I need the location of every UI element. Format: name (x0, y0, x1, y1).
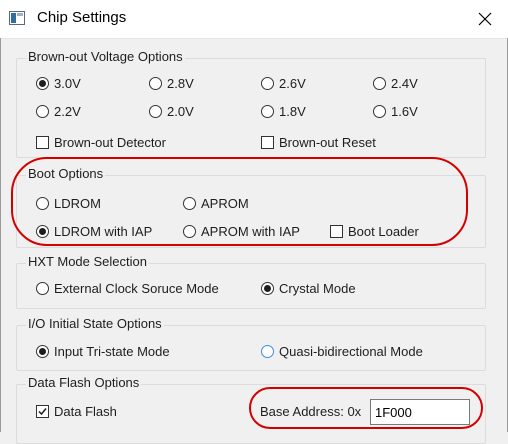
brownout-detector-option[interactable]: Brown-out Detector (36, 135, 166, 150)
brownout-reset-label: Brown-out Reset (279, 135, 376, 150)
boot-legend: Boot Options (26, 166, 106, 181)
app-icon (9, 11, 25, 25)
voltage-2-4-option[interactable]: 2.4V (373, 76, 418, 91)
close-icon (478, 12, 492, 26)
io-legend: I/O Initial State Options (26, 316, 164, 331)
hxt-external-label: External Clock Soruce Mode (54, 281, 219, 296)
voltage-3-0-label: 3.0V (54, 76, 81, 91)
dataflash-enable-label: Data Flash (54, 404, 117, 419)
hxt-external-radio[interactable] (36, 282, 49, 295)
voltage-2-0-label: 2.0V (167, 104, 194, 119)
voltage-1-6-radio[interactable] (373, 105, 386, 118)
voltage-2-4-label: 2.4V (391, 76, 418, 91)
dataflash-enable-option[interactable]: Data Flash (36, 404, 117, 419)
boot-aprom-option[interactable]: APROM (183, 196, 249, 211)
brownout-reset-checkbox[interactable] (261, 136, 274, 149)
dataflash-enable-checkbox[interactable] (36, 405, 49, 418)
io-quasi-option[interactable]: Quasi-bidirectional Mode (261, 344, 423, 359)
voltage-1-8-radio[interactable] (261, 105, 274, 118)
boot-aprom-iap-radio[interactable] (183, 225, 196, 238)
boot-aprom-radio[interactable] (183, 197, 196, 210)
boot-ldrom-option[interactable]: LDROM (36, 196, 101, 211)
voltage-2-6-radio[interactable] (261, 77, 274, 90)
brownout-legend: Brown-out Voltage Options (26, 49, 185, 64)
voltage-2-2-radio[interactable] (36, 105, 49, 118)
boot-loader-label: Boot Loader (348, 224, 419, 239)
voltage-2-2-label: 2.2V (54, 104, 81, 119)
boot-ldrom-iap-option[interactable]: LDROM with IAP (36, 224, 152, 239)
voltage-2-6-label: 2.6V (279, 76, 306, 91)
io-tristate-label: Input Tri-state Mode (54, 344, 170, 359)
boot-loader-checkbox[interactable] (330, 225, 343, 238)
boot-ldrom-label: LDROM (54, 196, 101, 211)
hxt-crystal-label: Crystal Mode (279, 281, 356, 296)
voltage-2-8-label: 2.8V (167, 76, 194, 91)
boot-ldrom-radio[interactable] (36, 197, 49, 210)
window-title: Chip Settings (37, 9, 127, 26)
io-quasi-radio[interactable] (261, 345, 274, 358)
boot-aprom-iap-option[interactable]: APROM with IAP (183, 224, 300, 239)
voltage-1-6-label: 1.6V (391, 104, 418, 119)
voltage-2-8-option[interactable]: 2.8V (149, 76, 194, 91)
base-address-label: Base Address: 0x (260, 404, 362, 419)
voltage-2-2-option[interactable]: 2.2V (36, 104, 81, 119)
boot-aprom-label: APROM (201, 196, 249, 211)
hxt-crystal-option[interactable]: Crystal Mode (261, 281, 356, 296)
voltage-3-0-radio[interactable] (36, 77, 49, 90)
voltage-1-6-option[interactable]: 1.6V (373, 104, 418, 119)
io-tristate-option[interactable]: Input Tri-state Mode (36, 344, 170, 359)
title-bar: Chip Settings (0, 0, 508, 39)
base-address-input[interactable] (370, 399, 470, 425)
close-button[interactable] (462, 0, 508, 38)
hxt-external-option[interactable]: External Clock Soruce Mode (36, 281, 219, 296)
window-border-left (0, 38, 1, 432)
voltage-3-0-option[interactable]: 3.0V (36, 76, 81, 91)
hxt-legend: HXT Mode Selection (26, 254, 149, 269)
voltage-1-8-label: 1.8V (279, 104, 306, 119)
boot-ldrom-iap-label: LDROM with IAP (54, 224, 153, 239)
voltage-2-6-option[interactable]: 2.6V (261, 76, 306, 91)
voltage-2-8-radio[interactable] (149, 77, 162, 90)
voltage-2-0-option[interactable]: 2.0V (149, 104, 194, 119)
boot-loader-option[interactable]: Boot Loader (330, 224, 419, 239)
boot-ldrom-iap-radio[interactable] (36, 225, 49, 238)
voltage-1-8-option[interactable]: 1.8V (261, 104, 306, 119)
voltage-2-0-radio[interactable] (149, 105, 162, 118)
voltage-2-4-radio[interactable] (373, 77, 386, 90)
brownout-reset-option[interactable]: Brown-out Reset (261, 135, 376, 150)
io-quasi-label: Quasi-bidirectional Mode (279, 344, 423, 359)
io-tristate-radio[interactable] (36, 345, 49, 358)
brownout-detector-label: Brown-out Detector (54, 135, 166, 150)
hxt-crystal-radio[interactable] (261, 282, 274, 295)
checkmark-icon (38, 408, 47, 416)
dataflash-legend: Data Flash Options (26, 375, 142, 390)
boot-aprom-iap-label: APROM with IAP (201, 224, 300, 239)
brownout-detector-checkbox[interactable] (36, 136, 49, 149)
